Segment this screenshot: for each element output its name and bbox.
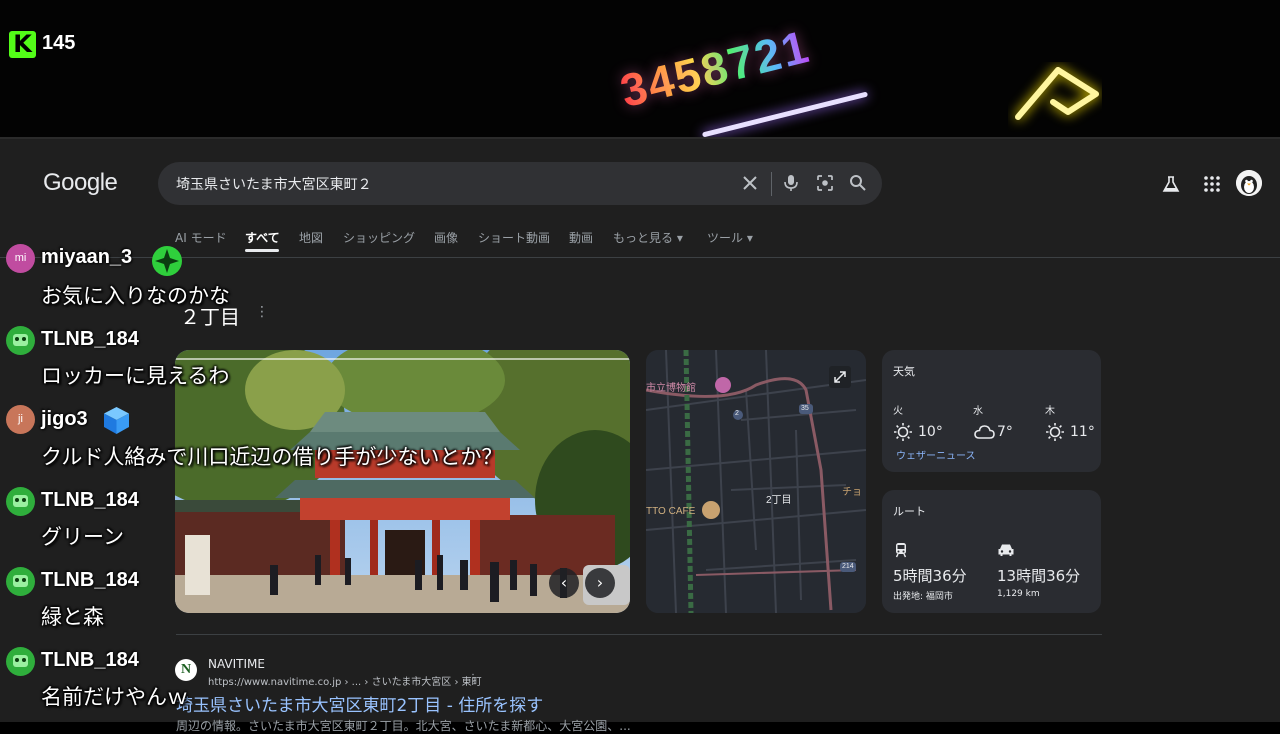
neon-arrow-shape bbox=[1015, 67, 1099, 120]
map-label-cho: チョ bbox=[842, 487, 862, 498]
tab-tools[interactable]: ツール ▾ bbox=[707, 229, 753, 246]
chat-username: TLNB_184 bbox=[41, 649, 139, 671]
neon-number-sign: 3458721 bbox=[615, 19, 816, 118]
search-input[interactable]: 埼玉県さいたま市大宮区東町２ bbox=[176, 174, 372, 194]
weather-title: 天気 bbox=[893, 365, 915, 378]
google-search-page: Google 埼玉県さいたま市大宮区東町２ AI モード すべて 地図 ショッピ… bbox=[0, 137, 1280, 733]
weathernews-link[interactable]: ウェザーニュース bbox=[896, 447, 976, 462]
carousel-prev-button[interactable]: ‹ bbox=[549, 568, 579, 598]
chat-avatar-icon bbox=[6, 647, 35, 676]
chat-message: ロッカーに見えるわ bbox=[41, 364, 230, 388]
star-badge-icon bbox=[152, 246, 182, 276]
map-label-museum: 市立博物館 bbox=[646, 383, 696, 394]
results-divider bbox=[176, 634, 1102, 635]
cube-badge-icon bbox=[104, 407, 129, 434]
microphone-icon[interactable] bbox=[781, 173, 801, 193]
lens-icon[interactable] bbox=[815, 173, 835, 193]
chat-username: miyaan_3 bbox=[41, 246, 133, 268]
car-time: 13時間36分 bbox=[997, 567, 1081, 585]
weather-day-3: 木 bbox=[1045, 406, 1055, 417]
chat-message: 名前だけやんｗ bbox=[41, 685, 188, 709]
route-card[interactable]: ルート 5時間36分 出発地: 福岡市 13時間36分 1,129 km bbox=[882, 490, 1101, 613]
weather-day-1: 火 bbox=[893, 406, 903, 417]
car-icon bbox=[998, 544, 1014, 556]
google-logo[interactable]: Google bbox=[43, 169, 118, 197]
sun-icon bbox=[894, 423, 912, 441]
map-route-214: 214 bbox=[842, 563, 854, 570]
search-box[interactable]: 埼玉県さいたま市大宮区東町２ bbox=[158, 162, 882, 205]
map-route-35: 35 bbox=[801, 405, 809, 412]
kick-logo: K bbox=[9, 31, 36, 58]
apps-grid-icon[interactable] bbox=[1202, 174, 1222, 194]
result-url[interactable]: https://www.navitime.co.jp › ... › さいたま市… bbox=[208, 673, 482, 688]
navitime-favicon: N bbox=[175, 659, 197, 681]
chat-avatar: ji bbox=[6, 405, 35, 434]
chat-avatar: mi bbox=[6, 244, 35, 273]
tab-short-videos[interactable]: ショート動画 bbox=[478, 229, 550, 246]
weather-temp-1: 10° bbox=[918, 424, 943, 440]
tab-more[interactable]: もっと見る ▾ bbox=[613, 229, 683, 246]
chat-message: クルド人絡みで川口近辺の借り手が少ないとか？ bbox=[41, 445, 503, 469]
more-options-icon[interactable]: ⋮ bbox=[255, 304, 269, 320]
sun-icon bbox=[1046, 423, 1064, 441]
chat-message: グリーン bbox=[41, 525, 124, 549]
stream-overlay-top: K 145 3458721 bbox=[0, 0, 1280, 137]
tabs-divider bbox=[0, 257, 1280, 258]
viewer-count: 145 bbox=[42, 32, 76, 54]
chat-username: TLNB_184 bbox=[41, 489, 139, 511]
labs-flask-icon[interactable] bbox=[1161, 174, 1181, 194]
map-label-cafe: TTO CAFE bbox=[646, 506, 696, 517]
clear-icon[interactable] bbox=[740, 173, 760, 193]
active-tab-indicator bbox=[245, 249, 279, 252]
train-icon bbox=[895, 543, 907, 558]
result-title-link[interactable]: 埼玉県さいたま市大宮区東町2丁目 - 住所を探す bbox=[176, 691, 543, 716]
chat-username: TLNB_184 bbox=[41, 569, 139, 591]
tab-videos[interactable]: 動画 bbox=[569, 229, 593, 246]
cloud-icon bbox=[974, 425, 995, 439]
chat-username: jigo3 bbox=[41, 408, 88, 430]
weather-temp-2: 7° bbox=[997, 424, 1013, 440]
map-thumbnail[interactable]: 市立博物館 2丁目 TTO CAFE チョ 35 2 214 bbox=[646, 350, 866, 613]
chat-message: 緑と森 bbox=[41, 605, 104, 629]
search-divider bbox=[771, 172, 772, 196]
result-more-icon[interactable]: ⋮ bbox=[468, 673, 478, 684]
chat-avatar-icon bbox=[6, 487, 35, 516]
route-title: ルート bbox=[893, 505, 926, 518]
transit-origin: 出発地: 福岡市 bbox=[893, 592, 953, 602]
map-route-2: 2 bbox=[735, 410, 739, 417]
result-site-name[interactable]: NAVITIME bbox=[208, 657, 265, 671]
search-icon[interactable] bbox=[848, 173, 868, 193]
transit-time: 5時間36分 bbox=[893, 567, 967, 585]
weather-day-2: 水 bbox=[973, 406, 983, 417]
car-distance: 1,129 km bbox=[997, 589, 1040, 599]
chat-username: TLNB_184 bbox=[41, 328, 139, 350]
carousel-next-button[interactable]: › bbox=[585, 568, 615, 598]
weather-temp-3: 11° bbox=[1070, 424, 1095, 440]
chat-avatar-icon bbox=[6, 567, 35, 596]
tab-ai-mode[interactable]: AI モード bbox=[175, 229, 227, 246]
tab-images[interactable]: 画像 bbox=[434, 229, 458, 246]
chat-avatar-icon bbox=[6, 326, 35, 355]
tab-shopping[interactable]: ショッピング bbox=[343, 229, 415, 246]
tab-all[interactable]: すべて bbox=[245, 229, 280, 246]
chat-message: お気に入りなのかな bbox=[41, 284, 230, 308]
neon-underline bbox=[701, 91, 869, 137]
penguin-avatar-icon bbox=[1236, 170, 1262, 196]
weather-card[interactable]: 天気 火 水 木 10° 7° 11° ウェザーニュース bbox=[882, 350, 1101, 472]
account-avatar[interactable] bbox=[1236, 170, 1262, 196]
tab-maps[interactable]: 地図 bbox=[299, 229, 323, 246]
map-label-2chome: 2丁目 bbox=[766, 495, 792, 506]
